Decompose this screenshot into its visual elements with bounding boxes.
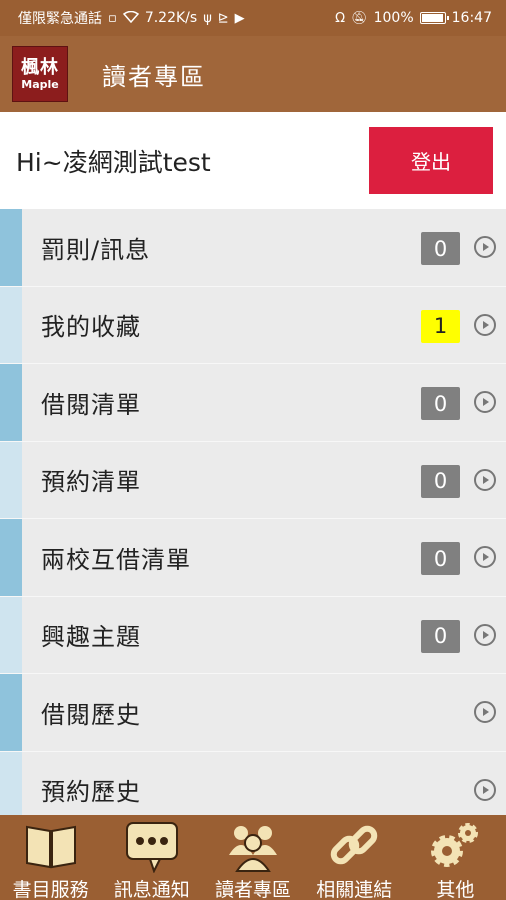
link-icon: [326, 819, 382, 873]
menu-item-label: 罰則/訊息: [41, 235, 151, 264]
chevron-right-icon: [474, 701, 496, 723]
menu-item-label: 兩校互借清單: [41, 545, 191, 574]
carrier-text: 僅限緊急通話: [18, 11, 102, 27]
app-bar: 楓林 Maple 讀者專區: [0, 36, 506, 112]
menu-item-interlibrary-list[interactable]: 兩校互借清單 0: [0, 519, 506, 597]
menu-item-accent: [0, 441, 22, 518]
users-icon: [225, 819, 281, 873]
chevron-right-icon: [474, 468, 496, 491]
menu-item-accent: [0, 519, 22, 596]
count-badge: 0: [421, 619, 460, 653]
logo-text-cn: 楓林: [21, 56, 59, 78]
bottom-nav: 書目服務 訊息通知 讀者專區 相關連結 其他: [0, 815, 506, 900]
nav-tab-label: 書目服務: [12, 879, 89, 900]
menu-item-accent: [0, 596, 22, 673]
nav-tab-label: 讀者專區: [215, 879, 292, 900]
chevron-right-icon: [474, 236, 496, 258]
menu-item-reservation-list[interactable]: 預約清單 0: [0, 441, 506, 519]
chevron-right-icon: [474, 546, 496, 568]
sim-icon: ▫: [108, 10, 117, 26]
menu-item-interest-topics[interactable]: 興趣主題 0: [0, 596, 506, 674]
nav-tab-label: 其他: [436, 879, 475, 900]
logo-text-en: Maple: [21, 77, 59, 91]
count-badge: 0: [421, 387, 460, 420]
nav-tab-related-links[interactable]: 相關連結: [304, 815, 405, 900]
menu-item-accent: [0, 286, 22, 363]
page-title: 讀者專區: [102, 62, 206, 91]
nav-tab-notifications[interactable]: 訊息通知: [101, 815, 202, 900]
net-speed: 7.22K/s: [144, 10, 198, 26]
menu-item-label: 興趣主題: [41, 623, 141, 652]
video-icon: ▶: [234, 10, 245, 26]
mute-bell-icon: 🔕︎: [351, 10, 368, 26]
status-bar: 僅限緊急通話 ▫ 7.22K/s ψ ⊵ ▶ Ω 🔕︎ 100% 16:47: [0, 0, 506, 36]
chevron-right-icon: [474, 391, 496, 413]
menu-item-accent: [0, 209, 22, 286]
count-badge: 0: [421, 232, 460, 265]
chevron-right-icon: [474, 313, 496, 336]
nav-tab-label: 訊息通知: [113, 879, 190, 900]
count-badge: 0: [421, 464, 460, 498]
nav-tab-other[interactable]: 其他: [405, 815, 506, 900]
menu-item-my-favorites[interactable]: 我的收藏 1: [0, 286, 506, 364]
menu-item-label: 借閱歷史: [41, 700, 141, 729]
gears-icon: [427, 819, 483, 873]
headset-icon: Ω: [335, 10, 346, 26]
battery-fill: [421, 14, 443, 22]
nav-tab-reader-area[interactable]: 讀者專區: [202, 815, 303, 900]
battery-icon: [419, 12, 449, 24]
nav-tab-label: 相關連結: [316, 879, 393, 900]
download-icon: ⊵: [217, 10, 229, 26]
logout-button[interactable]: 登出: [369, 127, 493, 194]
menu-item-label: 我的收藏: [41, 313, 141, 342]
battery-percent: 100%: [373, 10, 414, 26]
count-badge: 0: [421, 542, 460, 575]
user-greeting: Hi~凌網測試test: [16, 147, 211, 177]
menu-item-borrow-history[interactable]: 借閱歷史: [0, 674, 506, 752]
wifi-icon: [122, 10, 139, 26]
nav-tab-catalog[interactable]: 書目服務: [0, 815, 101, 900]
usb-icon: ψ: [203, 10, 212, 26]
chevron-right-icon: [474, 623, 496, 646]
menu-item-borrow-list[interactable]: 借閱清單 0: [0, 364, 506, 442]
book-icon: [23, 819, 79, 873]
menu-item-label: 預約清單: [41, 468, 141, 497]
menu-item-penalty-messages[interactable]: 罰則/訊息 0: [0, 209, 506, 287]
user-header: Hi~凌網測試test 登出: [0, 112, 506, 209]
reader-menu: 罰則/訊息 0 我的收藏 1 借閱清單 0 預約清單 0 兩校互借清單 0 興趣主題 0 借閱歷史 預約歷…: [0, 209, 506, 829]
menu-item-label: 借閱清單: [41, 390, 141, 419]
menu-item-accent: [0, 364, 22, 441]
count-badge: 1: [421, 309, 460, 343]
clock: 16:47: [451, 10, 492, 26]
chat-bubble-icon: [124, 819, 180, 874]
app-logo: 楓林 Maple: [12, 46, 68, 102]
menu-item-accent: [0, 674, 22, 751]
chevron-right-icon: [474, 778, 496, 801]
